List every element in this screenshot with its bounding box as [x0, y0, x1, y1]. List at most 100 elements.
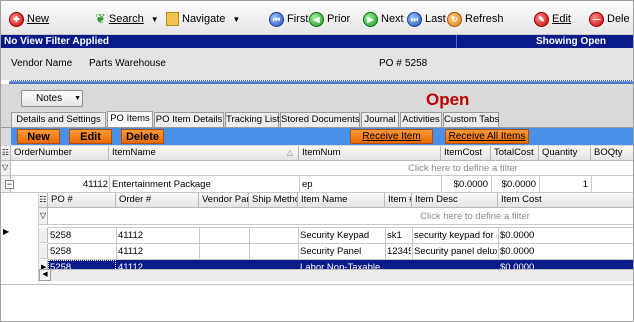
- grid-line: [299, 176, 300, 193]
- delete-item-button[interactable]: Delete: [121, 129, 164, 144]
- navigate-button[interactable]: Navigate ▼: [166, 10, 240, 28]
- last-record-icon: ⏭: [407, 11, 422, 27]
- detail-item-name[interactable]: Security Keypad: [300, 230, 384, 241]
- tab-po-item-details[interactable]: PO Item Details: [154, 112, 224, 127]
- row-selector[interactable]: [39, 244, 48, 259]
- tab-stored-documents[interactable]: Stored Documents: [280, 112, 360, 127]
- detail-column-header-item-num[interactable]: Item #: [385, 193, 412, 208]
- refresh-button[interactable]: ↻ Refresh: [447, 10, 504, 28]
- new-icon: ✚: [9, 11, 24, 27]
- grid-empty-area: [1, 284, 633, 321]
- application-window: ✚ New ❦ Search ▼ Navigate ▼ ⏮ First ◀ Pr…: [0, 0, 634, 322]
- view-filter-status: No View Filter Applied: [4, 36, 110, 47]
- detail-item-desc[interactable]: Security panel deluxe: [414, 246, 497, 257]
- divider: [456, 35, 457, 48]
- detail-gutter: [1, 193, 39, 284]
- column-header-itemname[interactable]: ItemName △: [109, 146, 299, 161]
- chevron-down-icon: ▼: [74, 95, 82, 102]
- detail-column-chooser-icon[interactable]: ☷: [39, 193, 48, 208]
- tab-custom-tabs[interactable]: Custom Tabs: [443, 112, 499, 127]
- sort-icon: △: [286, 148, 293, 157]
- detail-po[interactable]: 5258: [50, 230, 114, 241]
- next-record-icon: ▶: [363, 11, 378, 27]
- tab-journal[interactable]: Journal: [361, 112, 399, 127]
- grid-line: [298, 228, 299, 260]
- grid-line: [539, 176, 540, 193]
- grid-line: [48, 243, 633, 244]
- column-header-itemnum[interactable]: ItemNum: [299, 146, 441, 161]
- detail-column-header-po[interactable]: PO #: [48, 193, 116, 208]
- filter-icon: ▽: [2, 163, 9, 172]
- grid-line: [199, 228, 200, 260]
- grid-line: [385, 228, 386, 260]
- detail-order[interactable]: 41112: [118, 230, 198, 241]
- receive-all-items-button[interactable]: Receive All Items: [445, 129, 529, 144]
- detail-column-header-item-name[interactable]: Item Name: [298, 193, 385, 208]
- record-header: Vendor Name Parts Warehouse PO # 5258: [1, 48, 633, 80]
- chevron-down-icon: ▼: [232, 14, 241, 24]
- detail-column-header-ship-method[interactable]: Ship Method: [249, 193, 298, 208]
- column-header-boqty[interactable]: BOQty: [591, 146, 633, 161]
- refresh-icon: ↻: [447, 11, 462, 27]
- toolbar: ✚ New ❦ Search ▼ Navigate ▼ ⏮ First ◀ Pr…: [1, 1, 633, 35]
- column-header-totalcost[interactable]: TotalCost: [491, 146, 539, 161]
- master-quantity[interactable]: 1: [539, 179, 588, 190]
- next-button[interactable]: ▶ Next: [363, 10, 404, 28]
- column-header-quantity[interactable]: Quantity: [539, 146, 591, 161]
- horizontal-scrollbar[interactable]: [39, 269, 633, 281]
- detail-po[interactable]: 5258: [50, 246, 114, 257]
- prior-button[interactable]: ◀ Prior: [309, 10, 350, 28]
- detail-column-header-item-cost[interactable]: Item Cost: [498, 193, 633, 208]
- master-item-num[interactable]: ep: [302, 179, 440, 190]
- po-items-grid: ☷ OrderNumber ItemName △ ItemNum ItemCost…: [1, 146, 633, 284]
- detail-item-num[interactable]: 12345: [387, 246, 411, 257]
- row-selector[interactable]: [39, 228, 48, 243]
- chevron-down-icon: ▼: [150, 14, 159, 24]
- first-button[interactable]: ⏮ First: [269, 10, 308, 28]
- grid-line: [591, 176, 592, 193]
- filter-hint[interactable]: Click here to define a filter: [408, 163, 518, 174]
- detail-item-num[interactable]: sk1: [387, 230, 411, 241]
- notes-dropdown[interactable]: Notes ▼: [21, 90, 83, 107]
- column-header-itemcost[interactable]: ItemCost: [441, 146, 491, 161]
- edit-item-button[interactable]: Edit: [69, 129, 112, 144]
- detail-item-desc[interactable]: security keypad for en: [414, 230, 497, 241]
- detail-column-header-item-desc[interactable]: Item Desc: [412, 193, 498, 208]
- tab-details-and-settings[interactable]: Details and Settings: [11, 112, 106, 127]
- po-number-value: 5258: [405, 58, 428, 69]
- filter-icon: ▽: [40, 211, 47, 220]
- detail-column-header-vendor-part[interactable]: Vendor Part: [199, 193, 249, 208]
- search-button[interactable]: ❦ Search ▼: [95, 10, 159, 28]
- master-total-cost[interactable]: $0.0000: [491, 179, 536, 190]
- grid-line: [412, 228, 413, 260]
- detail-item-cost[interactable]: $0.0000: [500, 230, 633, 241]
- detail-item-cost[interactable]: $0.0000: [500, 246, 633, 257]
- tab-activities[interactable]: Activities: [400, 112, 442, 127]
- detail-column-header-order[interactable]: Order #: [116, 193, 199, 208]
- scroll-left-arrow-icon[interactable]: ◀: [39, 269, 51, 281]
- grid-line: [249, 228, 250, 260]
- detail-filter-row-indicator: ▽: [39, 208, 48, 225]
- detail-order[interactable]: 41112: [118, 246, 198, 257]
- detail-item-name[interactable]: Security Panel: [300, 246, 384, 257]
- new-button[interactable]: ✚ New: [9, 10, 49, 28]
- grid-line: [441, 176, 442, 193]
- tab-tracking-list[interactable]: Tracking List: [225, 112, 280, 127]
- add-item-button[interactable]: New: [17, 129, 60, 144]
- master-item-name[interactable]: Entertainment Package: [112, 179, 297, 190]
- detail-filter-hint[interactable]: Click here to define a filter: [420, 211, 530, 222]
- master-order-number[interactable]: 41112: [11, 179, 108, 190]
- receive-item-button[interactable]: Receive Item: [350, 129, 433, 144]
- column-header-ordernumber[interactable]: OrderNumber: [11, 146, 109, 161]
- vendor-name-value: Parts Warehouse: [89, 58, 166, 69]
- column-chooser-icon[interactable]: ☷: [1, 146, 11, 161]
- first-record-icon: ⏮: [269, 11, 284, 27]
- last-button[interactable]: ⏭ Last: [407, 10, 446, 28]
- grid-line: [116, 228, 117, 260]
- edit-button[interactable]: ✎ Edit: [534, 10, 571, 28]
- delete-button[interactable]: — Dele: [589, 10, 630, 28]
- master-item-cost[interactable]: $0.0000: [441, 179, 488, 190]
- vendor-name-label: Vendor Name: [11, 58, 73, 69]
- prior-record-icon: ◀: [309, 11, 324, 27]
- tab-po-items[interactable]: PO Items: [107, 111, 153, 127]
